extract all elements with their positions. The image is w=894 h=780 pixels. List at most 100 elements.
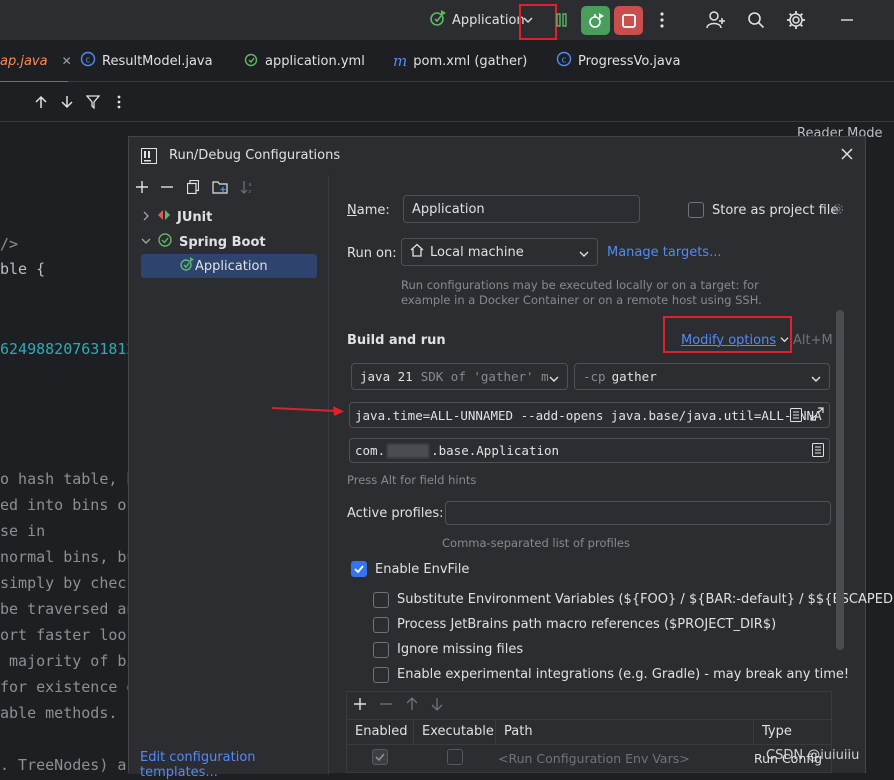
more-vertical-icon[interactable] [114, 94, 124, 110]
add-icon[interactable] [354, 698, 366, 714]
spring-run-icon [428, 8, 448, 32]
gear-icon[interactable] [831, 202, 845, 220]
arrow-up-icon[interactable] [34, 94, 48, 110]
tab-active[interactable]: ap.java ✕ [0, 40, 72, 83]
debug-icon[interactable] [581, 6, 610, 35]
watermark: CSDN @iuiuiiu [766, 748, 860, 763]
expand-icon[interactable] [810, 407, 824, 425]
close-icon[interactable]: ✕ [62, 54, 72, 68]
editor-tabs: ap.java ✕ c ResultModel.java application… [0, 40, 894, 83]
store-project-file-checkbox[interactable] [688, 202, 704, 218]
row-executable-checkbox[interactable] [447, 749, 463, 765]
code-line: ort faster look [0, 626, 136, 644]
tree-item-label: Spring Boot [179, 234, 266, 250]
class-file-icon: c [556, 51, 572, 71]
move-down-icon[interactable] [431, 697, 443, 715]
column-header[interactable]: Type [762, 724, 792, 739]
column-header[interactable]: Path [504, 724, 533, 739]
document-icon[interactable] [790, 408, 802, 426]
tree-item-application[interactable]: Application [141, 254, 317, 278]
arrow-down-icon[interactable] [60, 94, 74, 110]
document-icon[interactable] [812, 443, 824, 461]
junit-icon [157, 208, 171, 226]
intellij-logo-icon [141, 148, 157, 168]
tree-item-label: Application [195, 258, 268, 274]
close-icon[interactable] [840, 147, 854, 165]
tree-item-junit[interactable]: JUnit [141, 205, 212, 229]
remove-icon[interactable] [161, 181, 173, 197]
column-header[interactable]: Enabled [355, 724, 408, 739]
tab-progressvo[interactable]: c ProgressVo.java [556, 40, 680, 82]
chevron-down-icon [811, 372, 821, 387]
vm-options-input[interactable]: java.time=ALL-UNNAMED --add-opens java.b… [349, 402, 830, 428]
remove-icon[interactable] [380, 698, 392, 714]
column-header[interactable]: Executable [422, 724, 494, 739]
ignore-missing-checkbox[interactable] [373, 642, 389, 658]
chevron-down-icon [579, 248, 589, 263]
run-config-selector[interactable]: Application [428, 8, 525, 32]
gear-icon[interactable] [785, 9, 807, 31]
move-up-icon[interactable] [406, 697, 418, 715]
filter-icon[interactable] [86, 94, 100, 110]
table-row[interactable]: <Run Configuration Env Vars> Run Config [347, 745, 831, 773]
row-enabled-checkbox[interactable] [372, 749, 388, 765]
stop-icon[interactable] [614, 6, 643, 35]
minimize-icon[interactable] [836, 9, 858, 31]
substitute-env-label: Substitute Environment Variables (${FOO}… [397, 592, 894, 607]
highlight-box-modify [663, 316, 792, 353]
edit-templates-link[interactable]: Edit configuration templates... [140, 750, 328, 780]
house-icon [410, 243, 424, 261]
substitute-env-checkbox[interactable] [373, 592, 389, 608]
run-on-hint: Run configurations may be executed local… [401, 278, 759, 292]
tree-item-spring-boot[interactable]: Spring Boot [141, 230, 266, 254]
dialog-scrollbar[interactable] [836, 310, 844, 650]
maven-icon: m [393, 52, 408, 70]
code-line: o hash table, b [0, 470, 136, 488]
classpath-select[interactable]: -cp gather [574, 363, 830, 390]
jdk-select[interactable]: java 21 SDK of 'gather' mc [351, 363, 568, 390]
chevron-down-icon [141, 235, 151, 250]
tab-pom[interactable]: m pom.xml (gather) [393, 40, 527, 82]
process-macro-checkbox[interactable] [373, 617, 389, 633]
store-project-file-label: Store as project file [712, 203, 839, 218]
search-icon[interactable] [745, 9, 767, 31]
run-on-label: Run on: [347, 246, 397, 261]
main-toolbar: Application [0, 0, 894, 40]
svg-text:z: z [249, 189, 252, 194]
active-profiles-hint: Comma-separated list of profiles [442, 536, 630, 550]
envfile-table: Enabled Executable Path Type <Run Config… [346, 691, 832, 773]
svg-text:a: a [249, 182, 252, 188]
svg-text:c: c [562, 56, 567, 66]
name-label: Name: [347, 203, 390, 218]
tab-label: ProgressVo.java [578, 53, 681, 69]
tab-resultmodel[interactable]: c ResultModel.java [80, 40, 213, 82]
tab-label: ap.java [0, 53, 48, 69]
run-on-select[interactable]: Local machine [401, 238, 598, 266]
tab-application-yml[interactable]: application.yml [243, 40, 365, 82]
more-vertical-icon[interactable] [654, 10, 670, 30]
manage-targets-link[interactable]: Manage targets... [607, 245, 721, 260]
active-profiles-input[interactable] [445, 501, 831, 525]
code-line: ed into bins of [0, 496, 136, 514]
code-line: se in [0, 522, 46, 540]
svg-text:c: c [86, 56, 91, 66]
add-icon[interactable] [136, 181, 148, 197]
dialog-title-bar[interactable]: Run/Debug Configurations [129, 137, 865, 175]
experimental-label: Enable experimental integrations (e.g. G… [397, 667, 850, 682]
table-header: Enabled Executable Path Type [347, 719, 831, 745]
main-class-prefix: com. [355, 443, 386, 458]
spring-leaf-icon [243, 51, 259, 71]
code-token: ble { [0, 260, 46, 278]
folder-add-icon[interactable] [212, 180, 228, 198]
enable-envfile-checkbox[interactable] [351, 561, 367, 577]
sort-icon[interactable]: az [240, 180, 254, 198]
main-class-input[interactable]: com. .base.Application [349, 438, 830, 463]
cp-value: gather [611, 369, 657, 384]
add-user-icon[interactable] [705, 9, 727, 31]
experimental-checkbox[interactable] [373, 667, 389, 683]
code-line: 624988207631812 [0, 340, 136, 358]
code-line: be traversed an [0, 600, 136, 618]
copy-icon[interactable] [186, 179, 200, 198]
build-bars-icon[interactable] [554, 10, 570, 30]
name-input[interactable]: Application [403, 195, 640, 223]
